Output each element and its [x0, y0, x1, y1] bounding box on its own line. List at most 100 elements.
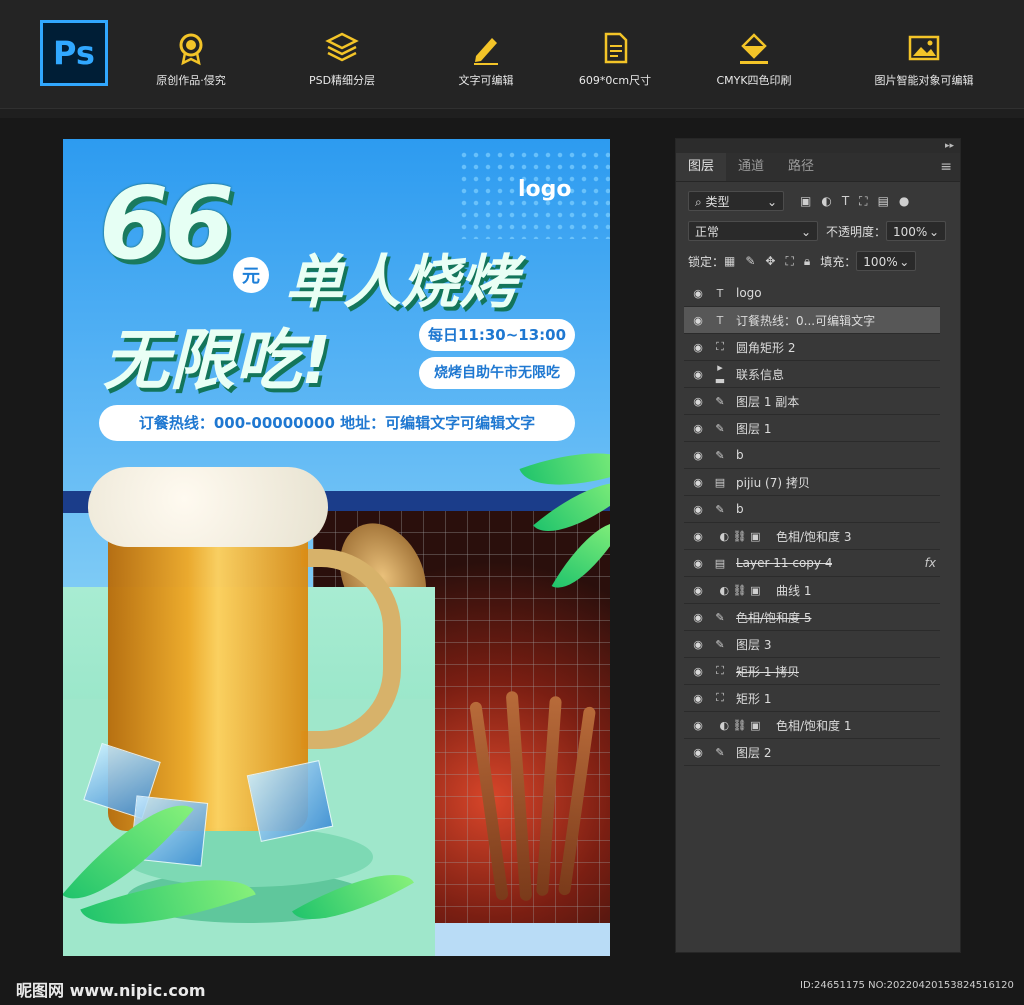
buffet-pill: 烧烤自助午市无限吃 [419, 357, 575, 389]
layer-name: logo [736, 286, 762, 300]
layer-row[interactable]: ◉ ✎ 色相/饱和度 5 [684, 604, 940, 631]
feature-cmyk: CMYK四色印刷 [679, 30, 829, 88]
layer-row[interactable]: ◉ T 订餐热线：0...可编辑文字 [684, 307, 940, 334]
brush-layer-icon: ✎ [715, 394, 725, 408]
layer-name: 图层 2 [736, 745, 772, 760]
layer-row[interactable]: ◉ ⛶ 矩形 1 [684, 685, 940, 712]
award-medal-icon [179, 33, 203, 66]
visibility-eye-icon[interactable]: ◉ [684, 368, 712, 381]
visibility-eye-icon[interactable]: ◉ [684, 422, 712, 435]
visibility-eye-icon[interactable]: ◉ [684, 449, 712, 462]
image-frame-icon [908, 35, 940, 61]
filter-smart-icon[interactable]: ▤ [878, 194, 889, 208]
watermark-site: 昵图网 www.nipic.com [16, 981, 206, 1000]
visibility-eye-icon[interactable]: ◉ [684, 341, 712, 354]
layer-row[interactable]: ◉ ⛶ 圆角矩形 2 [684, 334, 940, 361]
visibility-eye-icon[interactable]: ◉ [684, 503, 712, 516]
document-size-icon [604, 32, 628, 64]
lock-artboard-icon[interactable]: ⛶ [785, 254, 793, 269]
layer-name: b [736, 448, 744, 462]
layer-name: 色相/饱和度 1 [776, 718, 852, 733]
fill-input[interactable]: 100% ⌄ [856, 251, 917, 271]
visibility-eye-icon[interactable]: ◉ [684, 287, 712, 300]
adjust-layer-icon: ◐ ⛓ ▣ [719, 718, 761, 732]
layer-row[interactable]: ◉ Tlogo [684, 280, 940, 307]
folder-layer-icon: ▸ ▬ [714, 361, 726, 387]
smart-layer-icon: ▤ [714, 475, 726, 489]
lock-brush-icon[interactable]: ✎ [745, 254, 755, 268]
filter-shape-icon[interactable]: ⛶ [859, 194, 867, 209]
layer-row[interactable]: ◉ ▤ pijiu (7) 拷贝 [684, 469, 940, 496]
layer-row[interactable]: ◉ ✎ 图层 3 [684, 631, 940, 658]
visibility-eye-icon[interactable]: ◉ [684, 692, 712, 705]
layer-row[interactable]: ◉ ◐ ⛓ ▣ 曲线 1 [684, 577, 940, 604]
time-pill: 每日11:30~13:00 [419, 319, 575, 351]
visibility-eye-icon[interactable]: ◉ [684, 584, 712, 597]
visibility-eye-icon[interactable]: ◉ [684, 638, 712, 651]
visibility-eye-icon[interactable]: ◉ [684, 557, 712, 570]
T-layer-icon: T [716, 286, 724, 300]
layer-name: 图层 1 [736, 421, 772, 436]
brush-layer-icon: ✎ [715, 637, 725, 651]
poster-canvas[interactable]: logo 66 元 单人烧烤 无限吃! 每日11:30~13:00 烧烤自助午市… [63, 139, 610, 956]
layer-row[interactable]: ◉ ⛶ 矩形 1 拷贝 [684, 658, 940, 685]
layers-list: ◉ Tlogo ◉ T 订餐热线：0...可编辑文字 ◉ ⛶ 圆角矩形 2 ◉ ▸ ▬ 联系信息 ◉ ✎… [684, 280, 940, 766]
tab-paths[interactable]: 路径 [776, 153, 826, 181]
filter-adjust-icon[interactable]: ◐ [821, 194, 831, 208]
tab-layers[interactable]: 图层 [676, 153, 727, 181]
filter-toggle-icon[interactable]: ● [899, 194, 909, 208]
visibility-eye-icon[interactable]: ◉ [684, 665, 712, 678]
lock-row: 锁定： ▦ ✎ ✥ ⛶ 🔒︎ 填充： 100% ⌄ [688, 251, 917, 271]
layer-row[interactable]: ◉ ▸ ▬ 联系信息 [684, 361, 940, 388]
layer-name: 联系信息 [736, 367, 785, 382]
lock-move-icon[interactable]: ✥ [765, 254, 775, 268]
visibility-eye-icon[interactable]: ◉ [684, 746, 712, 759]
visibility-eye-icon[interactable]: ◉ [684, 530, 712, 543]
visibility-eye-icon[interactable]: ◉ [684, 314, 712, 327]
feature-label: 609*0cm尺寸 [578, 74, 652, 87]
yuan-badge: 元 [233, 257, 269, 293]
brush-layer-icon: ✎ [715, 745, 725, 759]
layer-name: 图层 1 副本 [736, 394, 800, 409]
layer-row[interactable]: ◉ ✎ b [684, 442, 940, 469]
light-blue-strip [435, 923, 610, 956]
watermark-id: ID:24651175 NO:20220420153824516120 [800, 980, 1014, 991]
opacity-input[interactable]: 100% ⌄ [886, 221, 947, 241]
filter-pixel-icon[interactable]: ▣ [800, 194, 811, 208]
layer-row[interactable]: ◉ ✎ 图层 2 [684, 739, 940, 766]
layer-row[interactable]: ◉ ◐ ⛓ ▣ 色相/饱和度 1 [684, 712, 940, 739]
brush-layer-icon: ✎ [715, 610, 725, 624]
blend-mode-select[interactable]: 正常 ⌄ [688, 221, 818, 241]
visibility-eye-icon[interactable]: ◉ [684, 719, 712, 732]
layer-row[interactable]: ◉ ✎ 图层 1 副本 [684, 388, 940, 415]
layer-row[interactable]: ◉ ▤ Layer 11 copy 4 fx [684, 550, 940, 577]
panel-collapse-icon[interactable]: ▸▸ [676, 139, 960, 153]
filter-select[interactable]: ⌕ 类型 ⌄ [688, 191, 784, 211]
visibility-eye-icon[interactable]: ◉ [684, 476, 712, 489]
layer-row[interactable]: ◉ ✎ b [684, 496, 940, 523]
pencil-edit-icon [474, 38, 498, 65]
layer-effects-icon[interactable]: fx [925, 556, 936, 570]
lock-transparent-icon[interactable]: ▦ [724, 254, 735, 268]
layer-name: 订餐热线：0...可编辑文字 [736, 313, 876, 328]
layer-name: 色相/饱和度 3 [776, 529, 852, 544]
layer-row[interactable]: ◉ ✎ 图层 1 [684, 415, 940, 442]
lock-all-icon[interactable]: 🔒︎ [804, 254, 810, 269]
layer-row[interactable]: ◉ ◐ ⛓ ▣ 色相/饱和度 3 [684, 523, 940, 550]
poster-logo: logo [518, 177, 572, 202]
visibility-eye-icon[interactable]: ◉ [684, 611, 712, 624]
feature-smart-object: 图片智能对象可编辑 [849, 30, 999, 88]
hotline-bar: 订餐热线：000-00000000 地址：可编辑文字可编辑文字 [99, 405, 575, 441]
panel-menu-icon[interactable]: ≡ [932, 153, 960, 181]
feature-original: 原创作品·侵究 [116, 30, 266, 88]
visibility-eye-icon[interactable]: ◉ [684, 395, 712, 408]
feature-bar: Ps 原创作品·侵究 PSD精细分层 文字可编辑 609*0cm尺寸 CMYK四… [0, 0, 1024, 109]
filter-type-icon[interactable]: T [842, 194, 849, 208]
tab-channels[interactable]: 通道 [726, 153, 776, 181]
adjust-layer-icon: ◐ ⛓ ▣ [719, 583, 761, 597]
filter-row: ⌕ 类型 ⌄ ▣ ◐ T ⛶ ▤ ● [688, 191, 919, 211]
layer-name: 矩形 1 拷贝 [736, 664, 800, 679]
T-layer-icon: T [716, 313, 724, 327]
smart-layer-icon: ▤ [714, 556, 726, 570]
brush-layer-icon: ✎ [715, 502, 725, 516]
